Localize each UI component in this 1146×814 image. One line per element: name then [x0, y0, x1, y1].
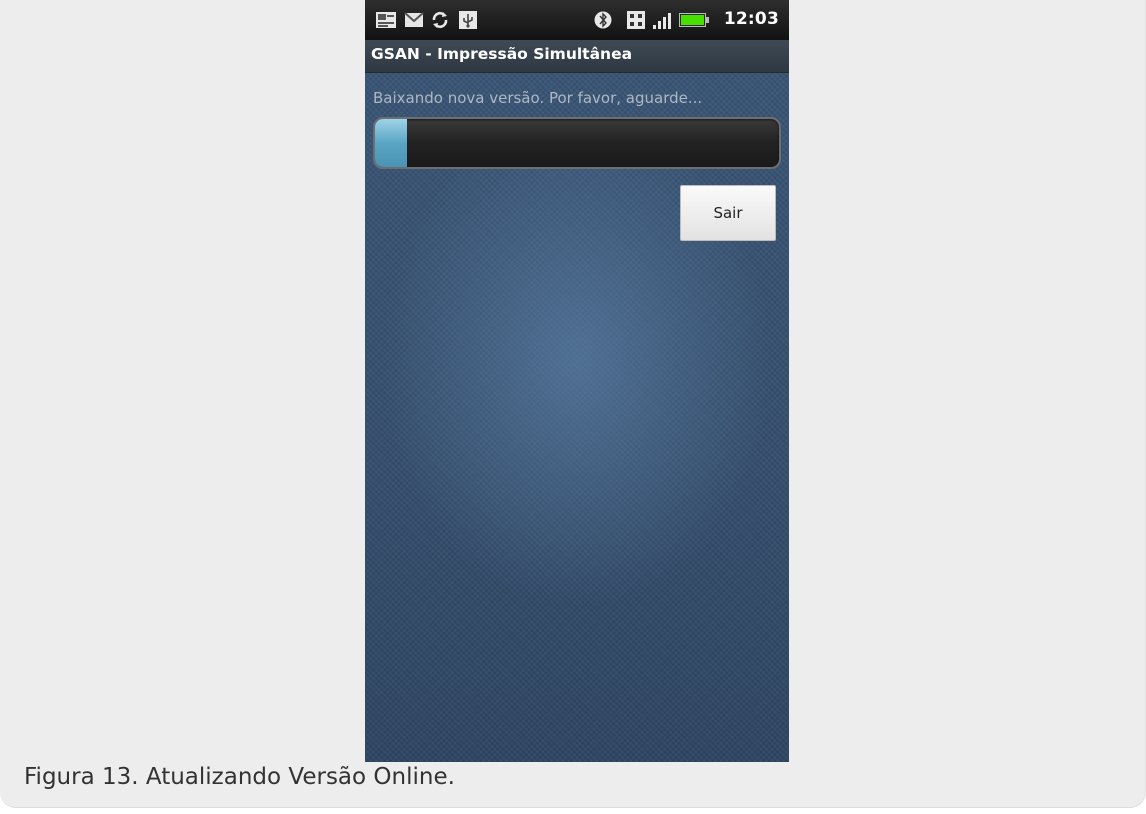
figure-caption: Figura 13. Atualizando Versão Online. [24, 764, 455, 790]
bluetooth-icon [593, 10, 613, 30]
photo-notification-icon [375, 10, 397, 30]
sd-card-icon [625, 10, 647, 30]
status-clock: 12:03 [723, 9, 779, 29]
exit-button[interactable]: Sair [680, 185, 776, 241]
download-progress-bar [373, 117, 781, 169]
app-title-bar: GSAN - Impressão Simultânea [365, 40, 789, 73]
battery-icon [679, 10, 709, 30]
signal-icon [651, 10, 677, 30]
usb-icon [457, 10, 479, 30]
sync-icon [429, 10, 451, 30]
mail-icon [403, 10, 425, 30]
battery-level [681, 15, 704, 25]
phone-screen: 12:03 GSAN - Impressão Simultânea Baixan… [365, 0, 789, 762]
figure-frame: 12:03 GSAN - Impressão Simultânea Baixan… [0, 0, 1146, 808]
status-bar: 12:03 [365, 0, 789, 40]
download-message: Baixando nova versão. Por favor, aguarde… [373, 89, 703, 107]
download-progress-fill [375, 119, 408, 167]
app-title: GSAN - Impressão Simultânea [371, 45, 633, 63]
